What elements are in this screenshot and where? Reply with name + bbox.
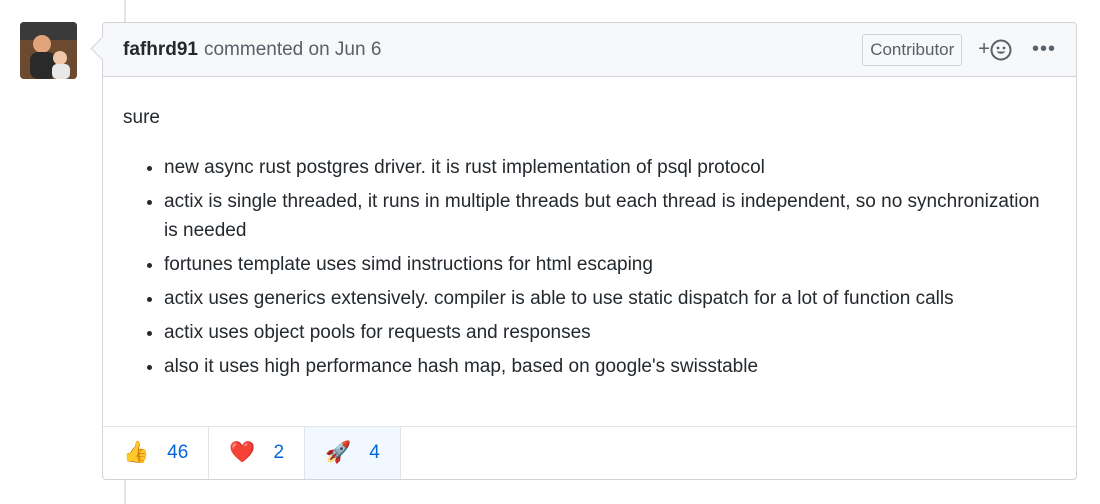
reaction-count: 2 xyxy=(273,442,285,463)
more-options-icon[interactable]: ••• xyxy=(1032,38,1056,61)
comment-intro: sure xyxy=(123,107,160,128)
thumbs-up-icon: 👍 xyxy=(123,441,150,464)
contributor-badge: Contributor xyxy=(862,33,963,66)
reaction-count: 4 xyxy=(369,442,380,463)
list-item: actix is single threaded, it runs in mul… xyxy=(164,187,1056,245)
reaction-count: 46 xyxy=(167,442,189,463)
heart-icon: ❤️ xyxy=(229,441,256,464)
reactions-bar: 👍 46 ❤️ 2 🚀 4 xyxy=(103,426,1076,479)
comment-timestamp[interactable]: commented on Jun 6 xyxy=(204,39,381,61)
reaction-thumbs-up[interactable]: 👍 46 xyxy=(103,427,210,479)
rocket-icon: 🚀 xyxy=(325,441,352,464)
comment-box: fafhrd91 commented on Jun 6 Contributor … xyxy=(102,22,1077,480)
comment-header: fafhrd91 commented on Jun 6 Contributor … xyxy=(103,23,1076,77)
list-item: actix uses generics extensively. compile… xyxy=(164,284,1056,313)
author-link[interactable]: fafhrd91 xyxy=(123,39,198,61)
add-reaction-button[interactable]: + xyxy=(978,38,1012,61)
reaction-heart[interactable]: ❤️ 2 xyxy=(209,427,306,479)
plus-label: + xyxy=(978,38,990,60)
smiley-icon xyxy=(990,39,1012,60)
comment-body: sure new async rust postgres driver. it … xyxy=(103,77,1076,381)
list-item: actix uses object pools for requests and… xyxy=(164,318,1056,347)
reaction-rocket[interactable]: 🚀 4 xyxy=(305,427,401,479)
comment-list: new async rust postgres driver. it is ru… xyxy=(123,153,1056,381)
avatar[interactable] xyxy=(20,22,77,79)
list-item: also it uses high performance hash map, … xyxy=(164,352,1056,381)
list-item: new async rust postgres driver. it is ru… xyxy=(164,153,1056,182)
list-item: fortunes template uses simd instructions… xyxy=(164,250,1056,279)
avatar-photo-icon xyxy=(20,22,77,79)
